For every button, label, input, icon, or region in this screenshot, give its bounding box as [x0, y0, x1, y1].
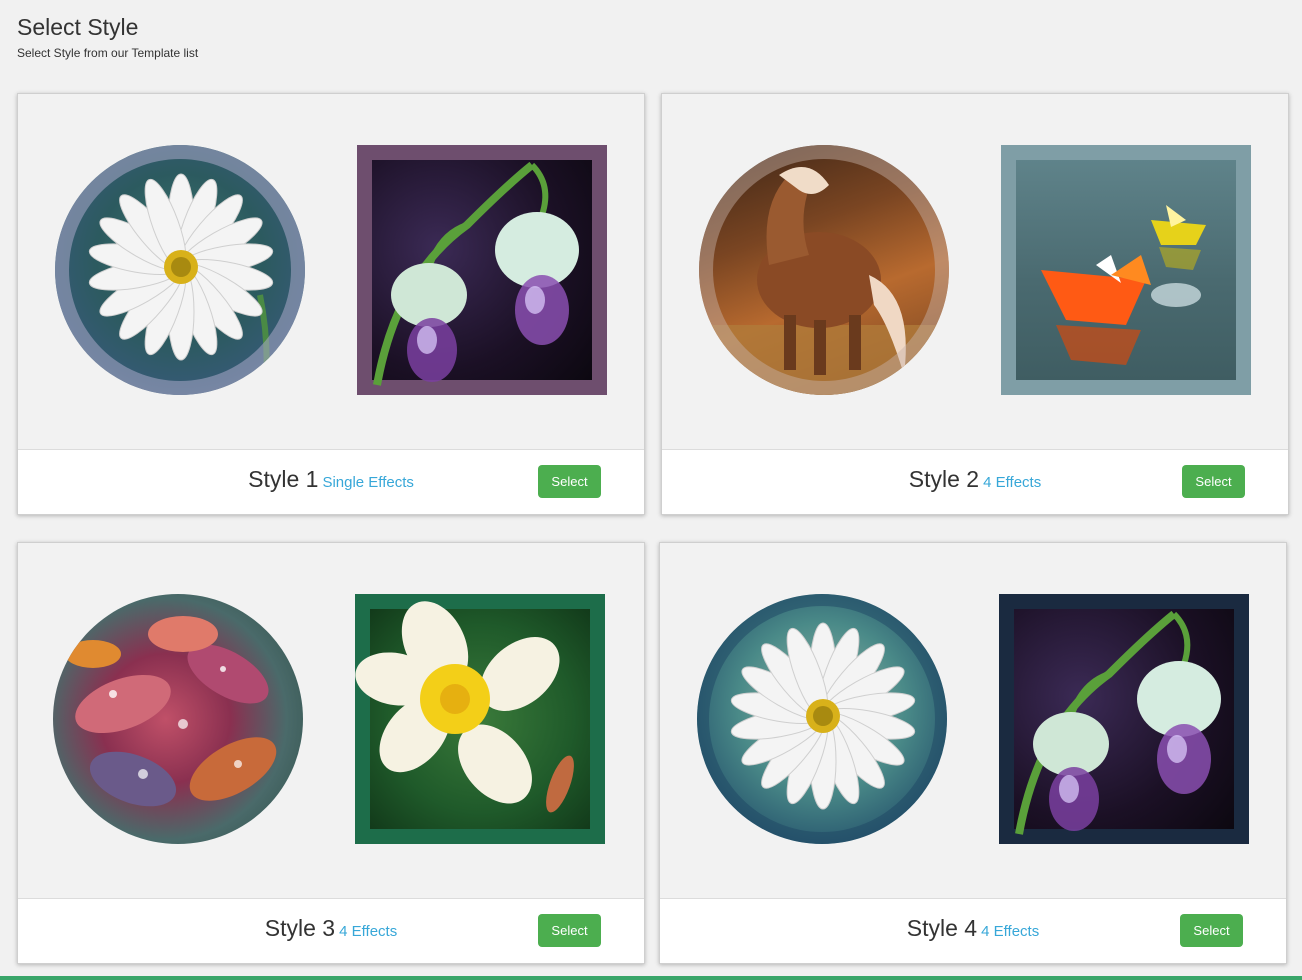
effects-link[interactable]: 4 Effects [339, 923, 397, 940]
bottom-bar [0, 976, 1302, 980]
style-footer: Style 44 Effects Select [660, 898, 1286, 963]
style-footer: Style 1 Single Effects Select [18, 449, 644, 514]
select-button[interactable]: Select [1182, 465, 1245, 498]
select-button[interactable]: Select [538, 465, 601, 498]
effects-link[interactable]: 4 Effects [981, 923, 1039, 940]
style-preview [662, 94, 1288, 450]
style-name: Style 3 [264, 915, 336, 941]
daisy-image [55, 145, 305, 395]
page-title: Select Style [17, 14, 139, 40]
wet-leaves-image [53, 594, 303, 844]
page-subtitle: Select Style from our Template list [17, 46, 199, 60]
daisy-image [697, 594, 947, 844]
paper-boats-image [1001, 145, 1251, 395]
plumeria-image [355, 594, 605, 844]
style-card-1: Style 1 Single Effects Select [17, 93, 645, 515]
select-button[interactable]: Select [538, 914, 601, 947]
style-preview [18, 94, 644, 450]
style-card-3: Style 34 Effects Select [17, 542, 645, 964]
style-footer: Style 34 Effects Select [18, 898, 644, 963]
lily-image [999, 594, 1249, 844]
effects-link[interactable]: 4 Effects [983, 474, 1041, 491]
horse-image [699, 145, 949, 395]
page-header: Select Style Select Style from our Templ… [17, 12, 198, 60]
lily-image [357, 145, 607, 395]
style-card-4: Style 44 Effects Select [659, 542, 1287, 964]
style-name: Style 2 [908, 466, 980, 492]
style-preview [18, 543, 644, 899]
style-name: Style 4 [906, 915, 978, 941]
style-footer: Style 24 Effects Select [662, 449, 1288, 514]
effects-link[interactable]: Single Effects [322, 474, 413, 491]
style-preview [660, 543, 1286, 899]
select-button[interactable]: Select [1180, 914, 1243, 947]
style-name: Style 1 [248, 466, 319, 492]
style-card-2: Style 24 Effects Select [661, 93, 1289, 515]
